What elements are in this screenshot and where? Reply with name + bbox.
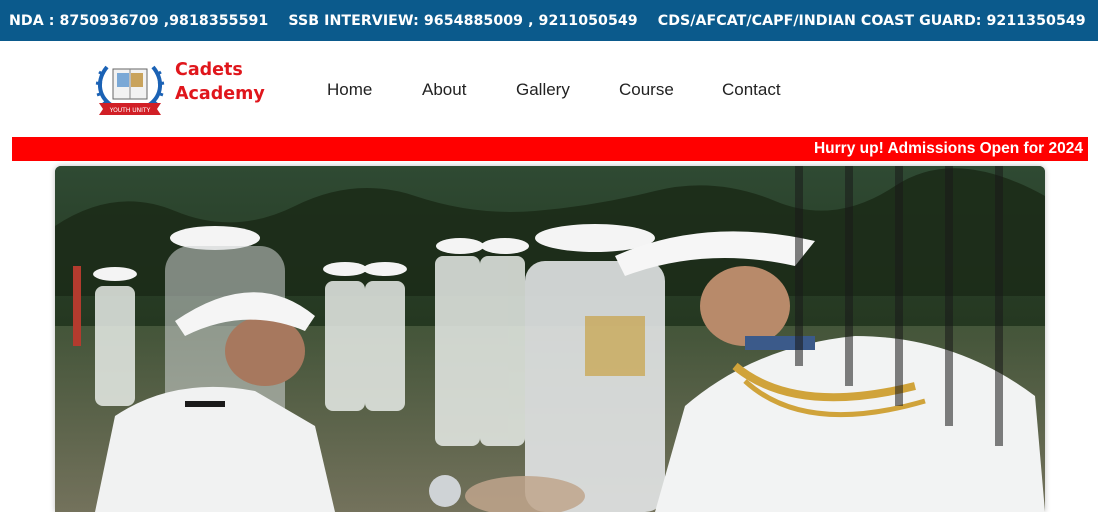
nav-about[interactable]: About: [422, 78, 466, 102]
badge-text: YOUTH UNITY: [109, 107, 151, 114]
cds-contact: CDS/AFCAT/CAPF/INDIAN COAST GUARD: 92113…: [657, 12, 1086, 29]
nav-gallery[interactable]: Gallery: [516, 78, 570, 102]
site-header: YOUTH UNITY Cadets Academy Home About Ga…: [0, 41, 1098, 137]
admission-ticker[interactable]: Hurry up! Admissions Open for 2024: [12, 137, 1088, 161]
nda-contact: NDA : 8750936709 ,9818355591: [9, 12, 269, 29]
nav-home[interactable]: Home: [327, 78, 372, 102]
ticker-text: Hurry up! Admissions Open for 2024: [813, 140, 1083, 157]
hero-image: [55, 166, 1045, 512]
nav-contact[interactable]: Contact: [722, 78, 781, 102]
nav-course[interactable]: Course: [619, 78, 674, 102]
ssb-contact: SSB INTERVIEW: 9654885009 , 9211050549: [288, 12, 638, 29]
hero-photo: [55, 166, 1045, 512]
contact-bar: NDA : 8750936709 ,9818355591 SSB INTERVI…: [0, 0, 1098, 41]
main-nav: Home About Gallery Course Contact: [0, 78, 1098, 102]
